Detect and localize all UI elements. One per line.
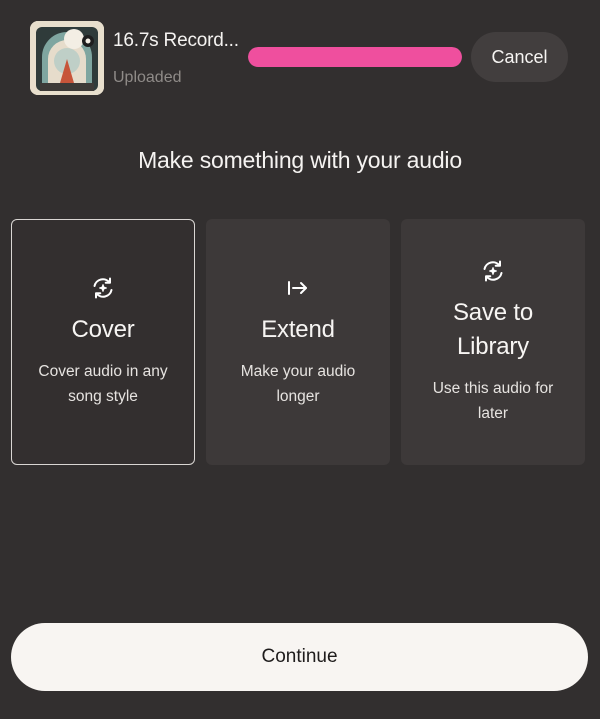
refresh-sparkle-icon [480, 258, 506, 284]
file-name: 16.7s Record... [113, 30, 239, 51]
upload-status: Uploaded [113, 69, 182, 86]
option-title: Cover [71, 316, 135, 343]
continue-button[interactable]: Continue [11, 623, 588, 691]
arrow-right-bar-icon [285, 275, 311, 301]
audio-thumbnail [30, 21, 104, 95]
page-title: Make something with your audio [138, 147, 462, 173]
upload-progress-bar [248, 47, 462, 67]
cancel-button[interactable]: Cancel [471, 32, 568, 82]
refresh-sparkle-icon [90, 275, 116, 301]
option-cover[interactable]: Cover Cover audio in any song style [11, 219, 195, 465]
option-description: Use this audio for later [432, 380, 554, 422]
audio-upload-dialog: 16.7s Record... Uploaded Cancel Make som… [0, 0, 600, 719]
option-description: Cover audio in any song style [38, 363, 168, 405]
option-save-to-library[interactable]: Save to Library Use this audio for later [401, 219, 585, 465]
option-description: Make your audio longer [240, 363, 356, 405]
option-title: Save to Library [453, 299, 533, 360]
option-extend[interactable]: Extend Make your audio longer [206, 219, 390, 465]
option-title: Extend [261, 316, 335, 343]
upload-progress-fill [248, 47, 462, 67]
